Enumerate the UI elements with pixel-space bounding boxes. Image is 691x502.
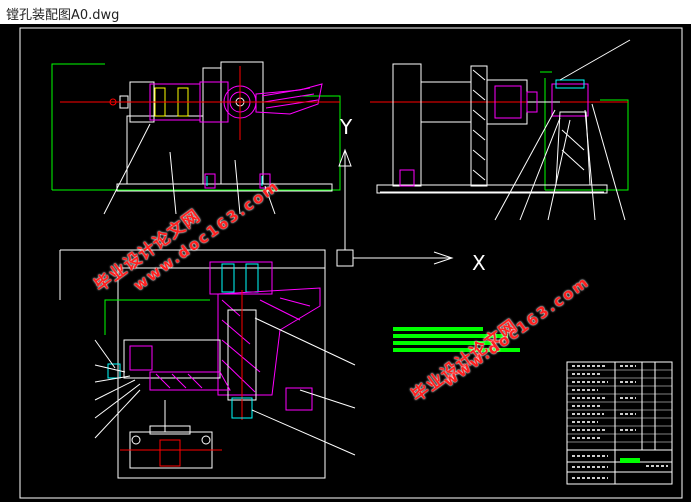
- x-axis-label: X: [472, 251, 486, 275]
- file-title: 镗孔装配图A0.dwg: [6, 8, 120, 23]
- axis-indicator: Y X: [336, 115, 486, 275]
- cad-canvas[interactable]: Y X 毕业设计论文网 www.doc163.com 毕业设计论文网 www.d…: [0, 24, 691, 502]
- y-axis-label: Y: [339, 115, 353, 139]
- title-block: [566, 361, 673, 485]
- top-right-view: [370, 39, 631, 221]
- top-left-view: [51, 61, 341, 215]
- title-bar: 镗孔装配图A0.dwg: [0, 0, 691, 25]
